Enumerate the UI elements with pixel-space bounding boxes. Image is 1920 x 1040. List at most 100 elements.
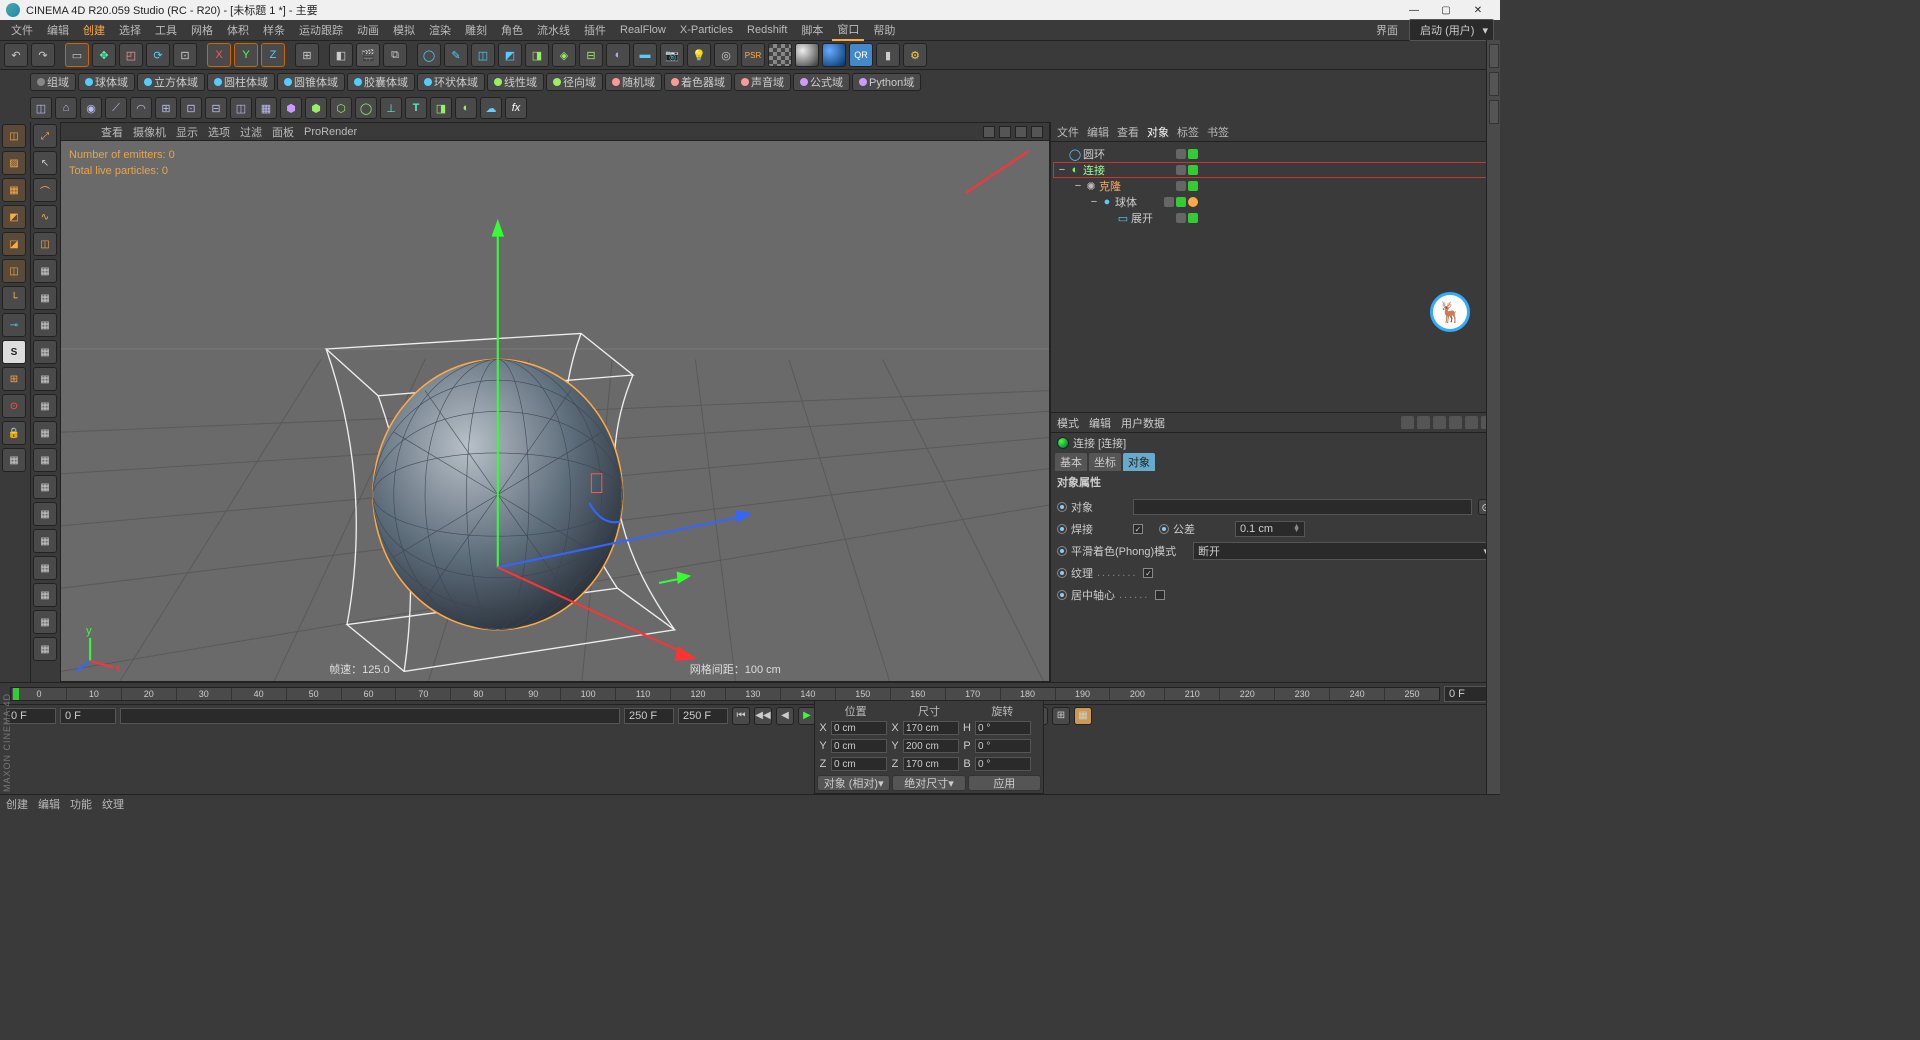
t3-6[interactable]: ⊞ (155, 97, 177, 119)
lock-icon[interactable]: 🔒 (2, 421, 26, 445)
lt2-box-icon[interactable]: ◫ (33, 232, 57, 256)
t3-9[interactable]: ◫ (230, 97, 252, 119)
menu-file[interactable]: 文件 (6, 20, 38, 40)
attr-menu-user[interactable]: 用户数据 (1121, 415, 1165, 431)
subdiv-button[interactable]: ◩ (498, 43, 522, 67)
lt2-15[interactable]: ▦ (33, 637, 57, 661)
render-button[interactable]: 🎬 (356, 43, 380, 67)
range-start-field[interactable]: 0 F (6, 708, 56, 724)
field-btn-1[interactable]: 球体域 (78, 73, 135, 91)
field-btn-8[interactable]: 径向域 (546, 73, 603, 91)
t3-18[interactable]: ◐ (455, 97, 477, 119)
array-button[interactable]: ⊟ (579, 43, 603, 67)
tree-row-3[interactable]: −●球体 (1053, 194, 1498, 210)
rot-input[interactable]: 0 ° (975, 721, 1031, 735)
t3-19[interactable]: ☁ (480, 97, 502, 119)
attr-object-input[interactable] (1133, 499, 1472, 515)
sphere-icon[interactable] (795, 43, 819, 67)
menu-xp[interactable]: X-Particles (675, 22, 738, 38)
size-input[interactable]: 200 cm (903, 739, 959, 753)
timeline-ruler[interactable]: 0102030405060708090100110120130140150160… (10, 687, 1440, 701)
recent-tool[interactable]: ⊡ (173, 43, 197, 67)
t3-4[interactable]: ⟋ (105, 97, 127, 119)
coord-sys-button[interactable]: ⊞ (295, 43, 319, 67)
menu-select[interactable]: 选择 (114, 20, 146, 40)
attr-icon-2[interactable] (1417, 416, 1430, 429)
vp-menu-view[interactable]: 查看 (101, 124, 123, 140)
misc2-icon[interactable]: ⚙ (903, 43, 927, 67)
vp-nav2-icon[interactable] (999, 126, 1011, 138)
menu-script[interactable]: 脚本 (796, 20, 828, 40)
render-pv-button[interactable]: ⧉ (383, 43, 407, 67)
t3-7[interactable]: ⊡ (180, 97, 202, 119)
prev-key-button[interactable]: ◀◀ (754, 707, 772, 725)
rot-input[interactable]: 0 ° (975, 739, 1031, 753)
menu-sim[interactable]: 模拟 (388, 20, 420, 40)
field-btn-4[interactable]: 圆锥体域 (277, 73, 345, 91)
lt2-14[interactable]: ▦ (33, 610, 57, 634)
field-btn-12[interactable]: 公式域 (793, 73, 850, 91)
menu-plugin[interactable]: 插件 (579, 20, 611, 40)
tree-flags[interactable] (1176, 213, 1498, 223)
close-button[interactable]: ✕ (1462, 1, 1494, 19)
null-button[interactable]: ◯ (417, 43, 441, 67)
attr-tab-1[interactable]: 坐标 (1089, 453, 1121, 471)
axis-x-button[interactable]: X (207, 43, 231, 67)
field-btn-13[interactable]: Python域 (852, 73, 921, 91)
field-btn-11[interactable]: 声音域 (734, 73, 791, 91)
lt2-5[interactable]: ▦ (33, 367, 57, 391)
magnet-icon[interactable]: ⊙ (2, 394, 26, 418)
menu-redshift[interactable]: Redshift (742, 22, 792, 38)
pos-input[interactable]: 0 cm (831, 721, 887, 735)
checker-icon[interactable] (768, 43, 792, 67)
tree-row-2[interactable]: −✺克隆 (1053, 178, 1498, 194)
tree-row-0[interactable]: ◯圆环 (1053, 146, 1498, 162)
t3-2[interactable]: ⌂ (55, 97, 77, 119)
key-misc-button[interactable]: ⊞ (1052, 707, 1070, 725)
workplane-icon[interactable]: ⊞ (2, 367, 26, 391)
tree-flags[interactable] (1176, 149, 1498, 159)
rotate-tool[interactable]: ⟳ (146, 43, 170, 67)
vp-nav1-icon[interactable] (983, 126, 995, 138)
field-btn-6[interactable]: 环状体域 (417, 73, 485, 91)
flag-green-icon[interactable] (1176, 197, 1186, 207)
vp-menu-prorender[interactable]: ProRender (304, 126, 357, 138)
tweak-mode-icon[interactable]: ⊸ (2, 313, 26, 337)
select-tool[interactable]: ▭ (65, 43, 89, 67)
pos-input[interactable]: 0 cm (831, 739, 887, 753)
tree-expand-icon[interactable]: − (1057, 164, 1067, 176)
field-btn-0[interactable]: 组域 (30, 73, 76, 91)
dock-tab-3[interactable] (1489, 100, 1499, 124)
lt2-11[interactable]: ▦ (33, 529, 57, 553)
t3-12[interactable]: ⬢ (305, 97, 327, 119)
tree-flags[interactable] (1176, 181, 1498, 191)
current-frame-field[interactable]: 0 F (60, 708, 116, 724)
attr-center-checkbox[interactable] (1155, 590, 1165, 600)
vp-menu-filter[interactable]: 过滤 (240, 124, 262, 140)
lt2-7[interactable]: ▦ (33, 421, 57, 445)
axis-mode-icon[interactable]: └ (2, 286, 26, 310)
attr-tab-0[interactable]: 基本 (1055, 453, 1087, 471)
t3-17[interactable]: ◨ (430, 97, 452, 119)
menu-help[interactable]: 帮助 (868, 20, 900, 40)
lt2-arrow-icon[interactable]: ↖ (33, 151, 57, 175)
move-tool[interactable]: ✥ (92, 43, 116, 67)
tree-expand-icon[interactable]: − (1073, 180, 1083, 192)
bend-button[interactable]: ◐ (606, 43, 630, 67)
menu-window[interactable]: 窗口 (832, 19, 864, 41)
menu-spline[interactable]: 样条 (258, 20, 290, 40)
lt2-9[interactable]: ▦ (33, 475, 57, 499)
om-tab-4[interactable]: 标签 (1177, 124, 1199, 140)
om-tab-3[interactable]: 对象 (1147, 124, 1169, 140)
attr-weld-checkbox[interactable]: ✓ (1133, 524, 1143, 534)
tree-flags[interactable] (1176, 165, 1498, 175)
grid-icon[interactable]: ▦ (2, 448, 26, 472)
misc1-icon[interactable]: ▮ (876, 43, 900, 67)
texture-mode-icon[interactable]: ▨ (2, 151, 26, 175)
menu-edit[interactable]: 编辑 (42, 20, 74, 40)
om-tab-0[interactable]: 文件 (1057, 124, 1079, 140)
bm-edit[interactable]: 编辑 (38, 796, 60, 812)
pos-input[interactable]: 0 cm (831, 757, 887, 771)
bm-tex[interactable]: 纹理 (102, 796, 124, 812)
menu-realflow[interactable]: RealFlow (615, 22, 671, 38)
